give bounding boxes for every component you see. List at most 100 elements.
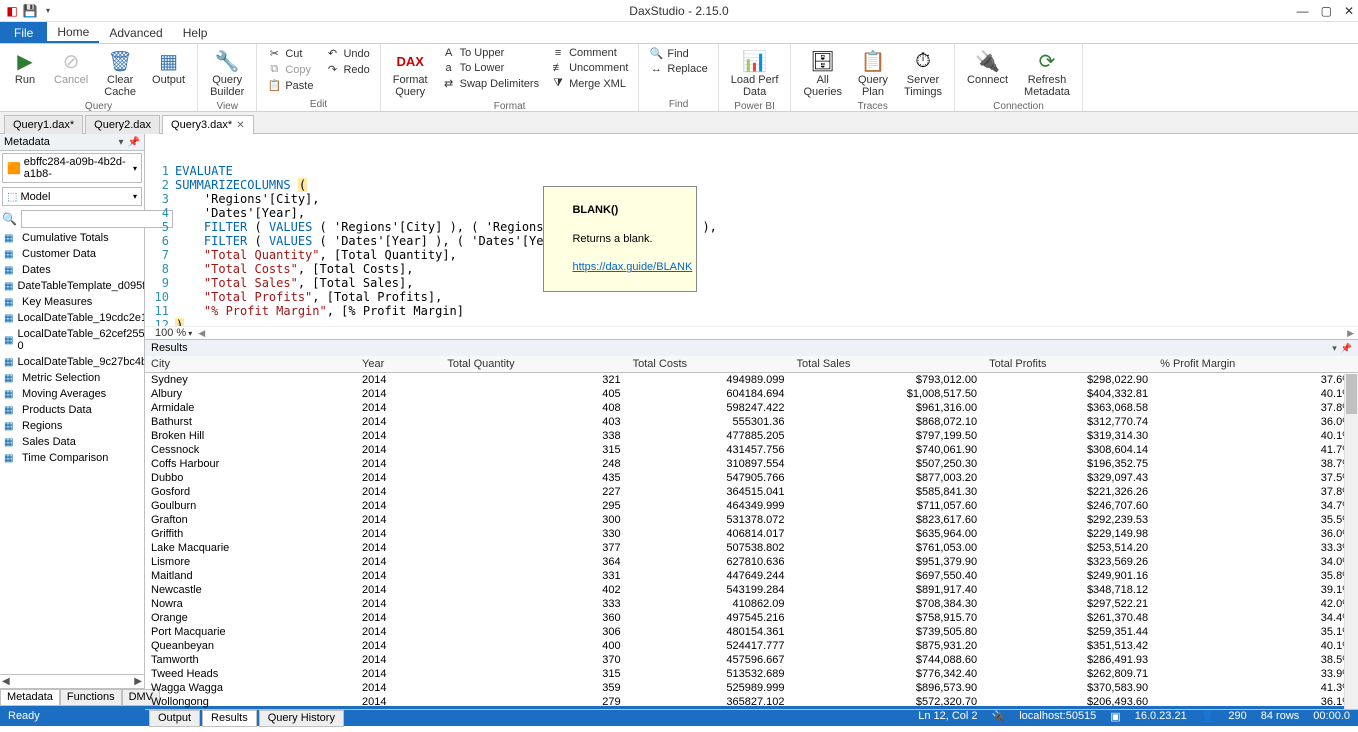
table-row[interactable]: Cessnock2014315431457.756$740,061.90$308… <box>145 443 1358 457</box>
column-header[interactable]: Total Profits <box>983 356 1154 373</box>
table-item[interactable]: ▦Metric Selection <box>0 370 144 386</box>
results-scrollbar[interactable] <box>1344 374 1358 709</box>
bottom-tab-results[interactable]: Results <box>202 710 257 727</box>
table-item[interactable]: ▦Products Data <box>0 402 144 418</box>
column-header[interactable]: Total Quantity <box>441 356 626 373</box>
table-row[interactable]: Maitland2014331447649.244$697,550.40$249… <box>145 569 1358 583</box>
column-header[interactable]: Total Costs <box>627 356 791 373</box>
swap-delim-button[interactable]: ⇄Swap Delimiters <box>438 76 543 91</box>
server-timings-button[interactable]: ⏱Server Timings <box>898 46 948 100</box>
clear-cache-button[interactable]: 🗑Clear Cache <box>98 46 142 100</box>
column-header[interactable]: City <box>145 356 356 373</box>
all-queries-button[interactable]: 🗄All Queries <box>797 46 848 100</box>
table-item[interactable]: ▦Customer Data <box>0 246 144 262</box>
table-row[interactable]: Lake Macquarie2014377507538.802$761,053.… <box>145 541 1358 555</box>
table-row[interactable]: Tamworth2014370457596.667$744,088.60$286… <box>145 653 1358 667</box>
tab-query1[interactable]: Query1.dax* <box>4 115 83 134</box>
query-builder-button[interactable]: 🔧Query Builder <box>204 46 250 100</box>
database-combo[interactable]: 🟧 ebffc284-a09b-4b2d-a1b8-▾ <box>2 153 142 183</box>
to-lower-button[interactable]: aTo Lower <box>438 61 543 75</box>
pin-icon[interactable]: 📌 <box>1341 343 1352 354</box>
table-item[interactable]: ▦LocalDateTable_19cdc2e1- <box>0 310 144 326</box>
table-row[interactable]: Goulburn2014295464349.999$711,057.60$246… <box>145 499 1358 513</box>
tab-query3[interactable]: Query3.dax*✕ <box>162 115 254 134</box>
table-row[interactable]: Port Macquarie2014306480154.361$739,505.… <box>145 625 1358 639</box>
connect-button[interactable]: 🔌Connect <box>961 46 1014 88</box>
table-row[interactable]: Armidale2014408598247.422$961,316.00$363… <box>145 401 1358 415</box>
menu-file[interactable]: File <box>0 22 47 43</box>
metadata-tree[interactable]: ▦Cumulative Totals▦Customer Data▦Dates▦D… <box>0 230 144 674</box>
menu-help[interactable]: Help <box>173 22 218 43</box>
query-plan-button[interactable]: 📋Query Plan <box>852 46 894 100</box>
table-row[interactable]: Lismore2014364627810.636$951,379.90$323,… <box>145 555 1358 569</box>
undo-button[interactable]: ↶Undo <box>321 46 373 61</box>
tab-query2[interactable]: Query2.dax <box>85 115 160 134</box>
table-row[interactable]: Dubbo2014435547905.766$877,003.20$329,09… <box>145 471 1358 485</box>
table-item[interactable]: ▦Sales Data <box>0 434 144 450</box>
close-button[interactable]: ✕ <box>1344 4 1354 18</box>
scroll-right-icon[interactable]: ▶ <box>1347 328 1354 339</box>
table-row[interactable]: Newcastle2014402543199.284$891,917.40$34… <box>145 583 1358 597</box>
table-row[interactable]: Sydney2014321494989.099$793,012.00$298,0… <box>145 373 1358 388</box>
table-item[interactable]: ▦Cumulative Totals <box>0 230 144 246</box>
table-row[interactable]: Bathurst2014403555301.36$868,072.10$312,… <box>145 415 1358 429</box>
table-item[interactable]: ▦LocalDateTable_62cef255-0 <box>0 326 144 354</box>
column-header[interactable]: % Profit Margin <box>1154 356 1358 373</box>
table-item[interactable]: ▦Time Comparison <box>0 450 144 466</box>
find-button[interactable]: 🔍Find <box>645 46 711 61</box>
table-row[interactable]: Grafton2014300531378.072$823,617.60$292,… <box>145 513 1358 527</box>
close-icon[interactable]: ✕ <box>236 120 244 131</box>
bottom-tab-history[interactable]: Query History <box>259 710 344 727</box>
run-button[interactable]: ▶Run <box>6 46 44 88</box>
uncomment-button[interactable]: ≢Uncomment <box>547 61 632 75</box>
table-row[interactable]: Wollongong2014279365827.102$572,320.70$2… <box>145 695 1358 709</box>
chevron-down-icon[interactable]: ▾ <box>119 137 124 148</box>
table-row[interactable]: Queanbeyan2014400524417.777$875,931.20$3… <box>145 639 1358 653</box>
pin-icon[interactable]: 📌 <box>128 137 140 148</box>
table-item[interactable]: ▦Moving Averages <box>0 386 144 402</box>
output-button[interactable]: ▦Output <box>146 46 191 88</box>
table-row[interactable]: Broken Hill2014338477885.205$797,199.50$… <box>145 429 1358 443</box>
format-query-button[interactable]: DAXFormat Query <box>387 46 434 100</box>
table-row[interactable]: Albury2014405604184.694$1,008,517.50$404… <box>145 387 1358 401</box>
bottom-tab-output[interactable]: Output <box>149 710 200 727</box>
column-header[interactable]: Total Sales <box>791 356 984 373</box>
redo-button[interactable]: ↷Redo <box>321 62 373 77</box>
menu-advanced[interactable]: Advanced <box>99 22 172 43</box>
scroll-left-icon[interactable]: ◀ <box>198 328 205 339</box>
table-row[interactable]: Griffith2014330406814.017$635,964.00$229… <box>145 527 1358 541</box>
table-row[interactable]: Gosford2014227364515.041$585,841.30$221,… <box>145 485 1358 499</box>
to-upper-button[interactable]: ATo Upper <box>438 46 543 60</box>
maximize-button[interactable]: ▢ <box>1321 4 1332 18</box>
tooltip-link[interactable]: https://dax.guide/BLANK <box>572 261 692 273</box>
qat-dropdown-icon[interactable]: ▾ <box>40 3 56 19</box>
table-item[interactable]: ▦DateTableTemplate_d095fb <box>0 278 144 294</box>
comment-button[interactable]: ≡Comment <box>547 46 632 60</box>
table-row[interactable]: Wagga Wagga2014359525989.999$896,573.90$… <box>145 681 1358 695</box>
table-row[interactable]: Orange2014360497545.216$758,915.70$261,3… <box>145 611 1358 625</box>
merge-xml-button[interactable]: ⧩Merge XML <box>547 76 632 91</box>
column-header[interactable]: Year <box>356 356 441 373</box>
left-tab-functions[interactable]: Functions <box>60 689 122 706</box>
table-row[interactable]: Coffs Harbour2014248310897.554$507,250.3… <box>145 457 1358 471</box>
cut-button[interactable]: ✂Cut <box>263 46 317 61</box>
table-item[interactable]: ▦Dates <box>0 262 144 278</box>
refresh-metadata-button[interactable]: ⟳Refresh Metadata <box>1018 46 1076 100</box>
load-perf-button[interactable]: 📊Load Perf Data <box>725 46 785 100</box>
table-item[interactable]: ▦LocalDateTable_9c27bc4b- <box>0 354 144 370</box>
model-combo[interactable]: ⬚ Model▾ <box>2 187 142 206</box>
cancel-button[interactable]: ⊘Cancel <box>48 46 94 88</box>
paste-button[interactable]: 📋Paste <box>263 78 317 93</box>
table-row[interactable]: Nowra2014333410862.09$708,384.30$297,522… <box>145 597 1358 611</box>
qat-save-icon[interactable]: 💾 <box>22 3 38 19</box>
menu-home[interactable]: Home <box>47 22 99 43</box>
copy-button[interactable]: ⧉Copy <box>263 62 317 77</box>
table-item[interactable]: ▦Regions <box>0 418 144 434</box>
minimize-button[interactable]: — <box>1297 4 1309 18</box>
horizontal-scroll[interactable]: ◀▶ <box>0 674 144 688</box>
results-grid[interactable]: CityYearTotal QuantityTotal CostsTotal S… <box>145 356 1358 709</box>
table-row[interactable]: Tweed Heads2014315513532.689$776,342.40$… <box>145 667 1358 681</box>
table-item[interactable]: ▦Key Measures <box>0 294 144 310</box>
left-tab-metadata[interactable]: Metadata <box>0 689 60 706</box>
chevron-down-icon[interactable]: ▾ <box>1332 343 1337 354</box>
